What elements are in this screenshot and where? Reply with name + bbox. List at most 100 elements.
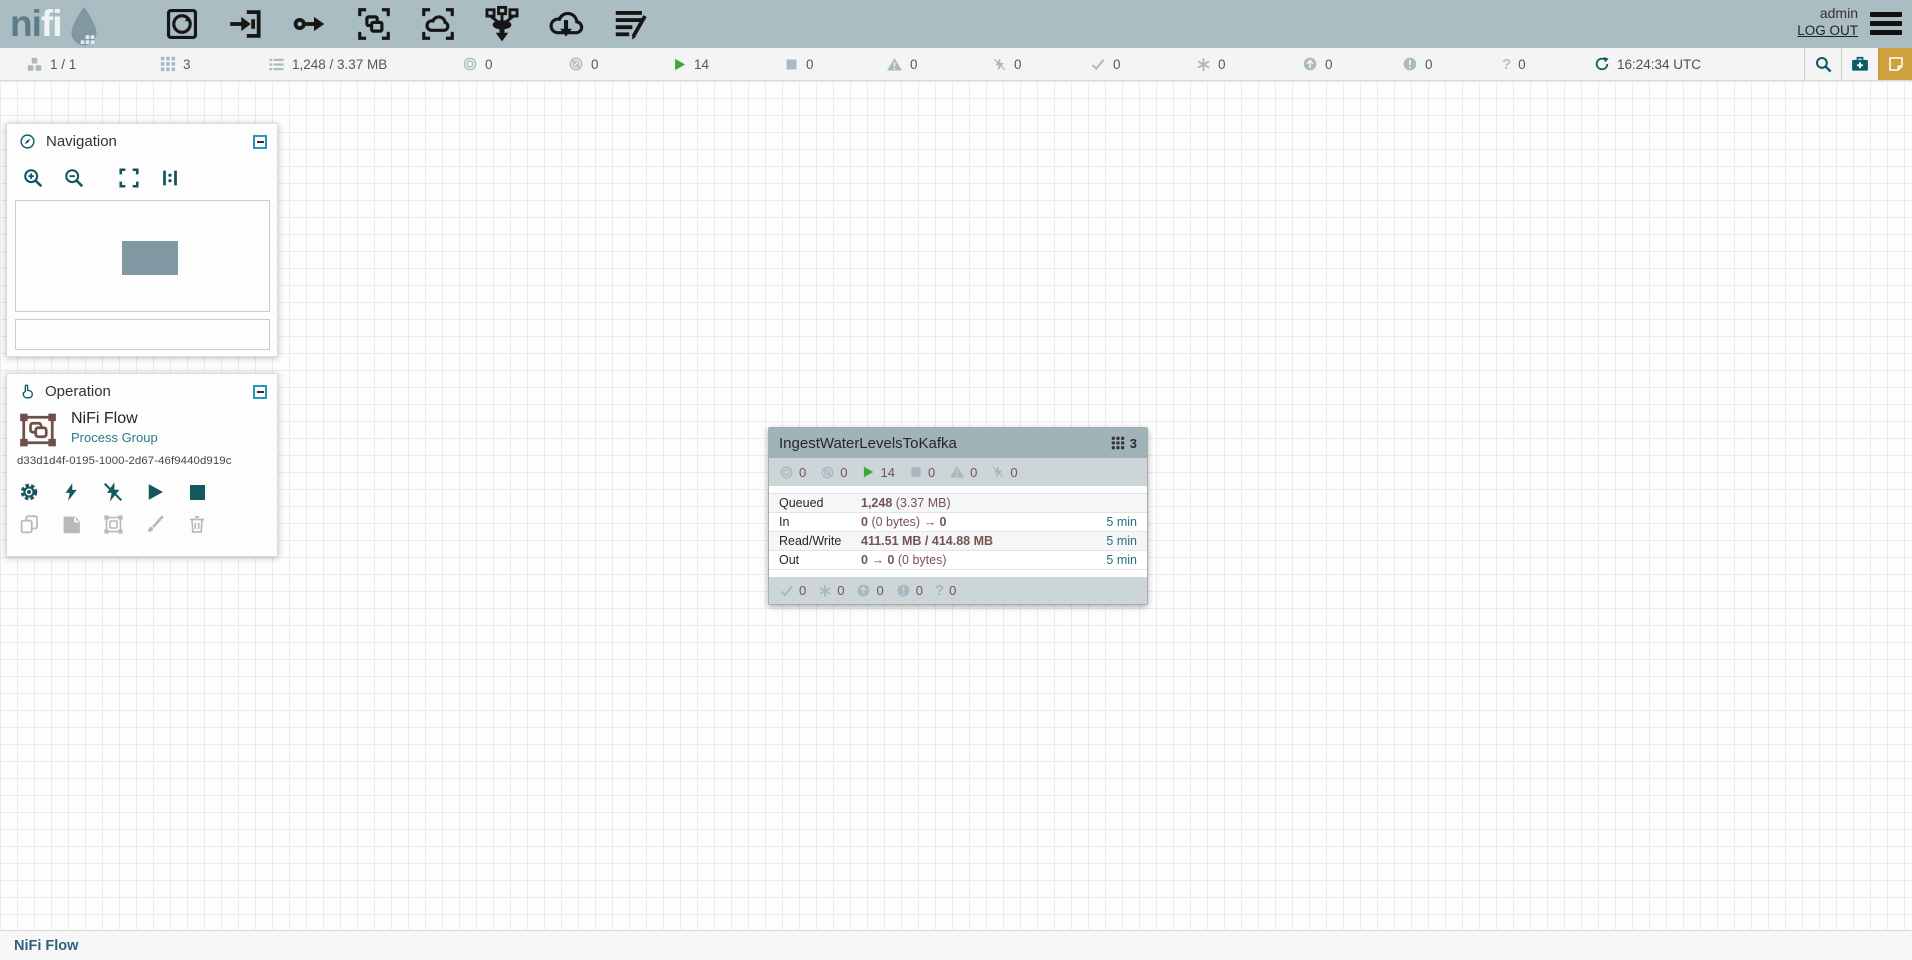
out-size: (0 bytes) [898, 553, 947, 567]
sync-failure-icon: ? [1502, 56, 1511, 73]
queued-count: 1,248 / 3.37 MB [292, 57, 387, 72]
birdseye-minimap[interactable] [15, 200, 270, 312]
operation-collapse-icon[interactable] [253, 385, 267, 399]
pg-invalid-count: 0 [970, 465, 977, 480]
cluster-icon [26, 56, 43, 73]
group-icon [101, 512, 125, 536]
queued-value: 1,248 [861, 496, 892, 510]
status-transmitting: 0 [462, 48, 493, 80]
status-disabled: 0 [992, 48, 1022, 80]
disabled-icon [992, 57, 1007, 72]
pg-sync-failure: ? 0 [935, 582, 956, 599]
operation-title: Operation [45, 383, 111, 400]
transmitting-icon [462, 56, 478, 72]
search-button[interactable] [1804, 48, 1841, 80]
pg-transmitting-count: 0 [799, 465, 806, 480]
in-window: 5 min [1106, 515, 1137, 529]
stop-square-icon[interactable] [185, 480, 209, 504]
template-icon[interactable] [546, 4, 586, 44]
bulletin-board-button[interactable] [1841, 48, 1878, 80]
label-icon[interactable] [610, 4, 650, 44]
process-group-name: IngestWaterLevelsToKafka [779, 435, 957, 452]
locally-modified-stale-icon [896, 583, 911, 598]
contained-component-count: 3 [1130, 436, 1137, 451]
pg-invalid: 0 [949, 464, 977, 480]
logout-link[interactable]: LOG OUT [1797, 23, 1858, 38]
breadcrumb-root[interactable]: NiFi Flow [14, 938, 78, 954]
transmitting-icon [779, 465, 794, 480]
status-stopped: 0 [784, 48, 814, 80]
in-arrow: → [924, 515, 937, 529]
queued-list-icon [268, 56, 285, 73]
pg-locally-modified-stale-count: 0 [916, 583, 923, 598]
disabled-count: 0 [1014, 57, 1022, 72]
delete-trash-icon [185, 512, 209, 536]
operation-buttons-secondary [17, 512, 267, 536]
process-group-icon[interactable] [354, 4, 394, 44]
out-row: Out 0 → 0 (0 bytes) 5 min [769, 551, 1147, 570]
running-count: 14 [694, 57, 709, 72]
funnel-icon[interactable] [482, 4, 522, 44]
enable-bolt-icon[interactable] [59, 480, 83, 504]
selected-component-type: Process Group [71, 430, 158, 445]
out-to: 0 [887, 553, 894, 567]
actual-size-icon[interactable] [158, 166, 182, 190]
pg-running: 14 [861, 465, 894, 480]
in-ports: 0 [940, 515, 947, 529]
process-group-stats: Queued 1,248 (3.37 MB) In 0 (0 bytes) → … [769, 493, 1147, 570]
pg-not-transmitting-count: 0 [840, 465, 847, 480]
zoom-fit-icon[interactable] [117, 166, 141, 190]
navigation-tools [7, 154, 277, 190]
stopped-count: 0 [806, 57, 814, 72]
locally-modified-icon [818, 584, 832, 598]
not-transmitting-icon [820, 465, 835, 480]
statusbar-right-actions [1804, 48, 1912, 80]
invalid-icon [886, 56, 903, 73]
sync-failure-count: 0 [1518, 57, 1526, 72]
pg-up-to-date-count: 0 [799, 583, 806, 598]
zoom-in-icon[interactable] [21, 166, 45, 190]
nifi-droplet-icon [64, 5, 104, 49]
navigation-collapse-icon[interactable] [253, 135, 267, 149]
navigation-header: Navigation [7, 124, 277, 154]
notification-button[interactable] [1878, 48, 1912, 80]
app-header: nifi [0, 0, 1912, 48]
not-transmitting-icon [568, 56, 584, 72]
status-connected-nodes: 1 / 1 [26, 48, 76, 80]
in-size: (0 bytes) [871, 515, 920, 529]
refresh-icon[interactable] [1594, 56, 1610, 72]
operation-header: Operation [7, 374, 277, 404]
start-play-icon[interactable] [143, 480, 167, 504]
zoom-out-icon[interactable] [62, 166, 86, 190]
active-thread-count: 3 [183, 57, 191, 72]
remote-process-group-icon[interactable] [418, 4, 458, 44]
processor-icon[interactable] [162, 4, 202, 44]
status-up-to-date: 0 [1090, 48, 1121, 80]
stale-icon [1302, 56, 1318, 72]
global-menu-icon[interactable] [1870, 12, 1902, 39]
fill-color-brush-icon [143, 512, 167, 536]
disable-bolt-slash-icon[interactable] [101, 480, 125, 504]
pg-disabled-count: 0 [1010, 465, 1017, 480]
stale-icon [856, 583, 871, 598]
readwrite-value: 411.51 MB / 414.88 MB [861, 534, 993, 548]
out-label: Out [779, 553, 861, 567]
process-group-component[interactable]: IngestWaterLevelsToKafka 3 0 0 14 [768, 427, 1148, 605]
readwrite-window: 5 min [1106, 534, 1137, 548]
selected-process-group-icon [17, 412, 59, 448]
running-icon [861, 465, 875, 479]
input-port-icon[interactable] [226, 4, 266, 44]
operation-palette: Operation NiFi Flow Process Group d33d1d… [6, 373, 278, 557]
output-port-icon[interactable] [290, 4, 330, 44]
out-arrow: → [871, 553, 884, 567]
hand-pointer-icon [19, 383, 35, 400]
status-queued: 1,248 / 3.37 MB [268, 48, 387, 80]
in-row: In 0 (0 bytes) → 0 5 min [769, 513, 1147, 532]
process-group-status-banner: 0 0 14 0 0 0 [769, 458, 1147, 486]
queued-size: (3.37 MB) [896, 496, 951, 510]
configure-gear-icon[interactable] [17, 480, 41, 504]
pg-transmitting: 0 [779, 465, 806, 480]
invalid-icon [949, 464, 965, 480]
not-transmitting-count: 0 [591, 57, 599, 72]
queued-row: Queued 1,248 (3.37 MB) [769, 494, 1147, 513]
